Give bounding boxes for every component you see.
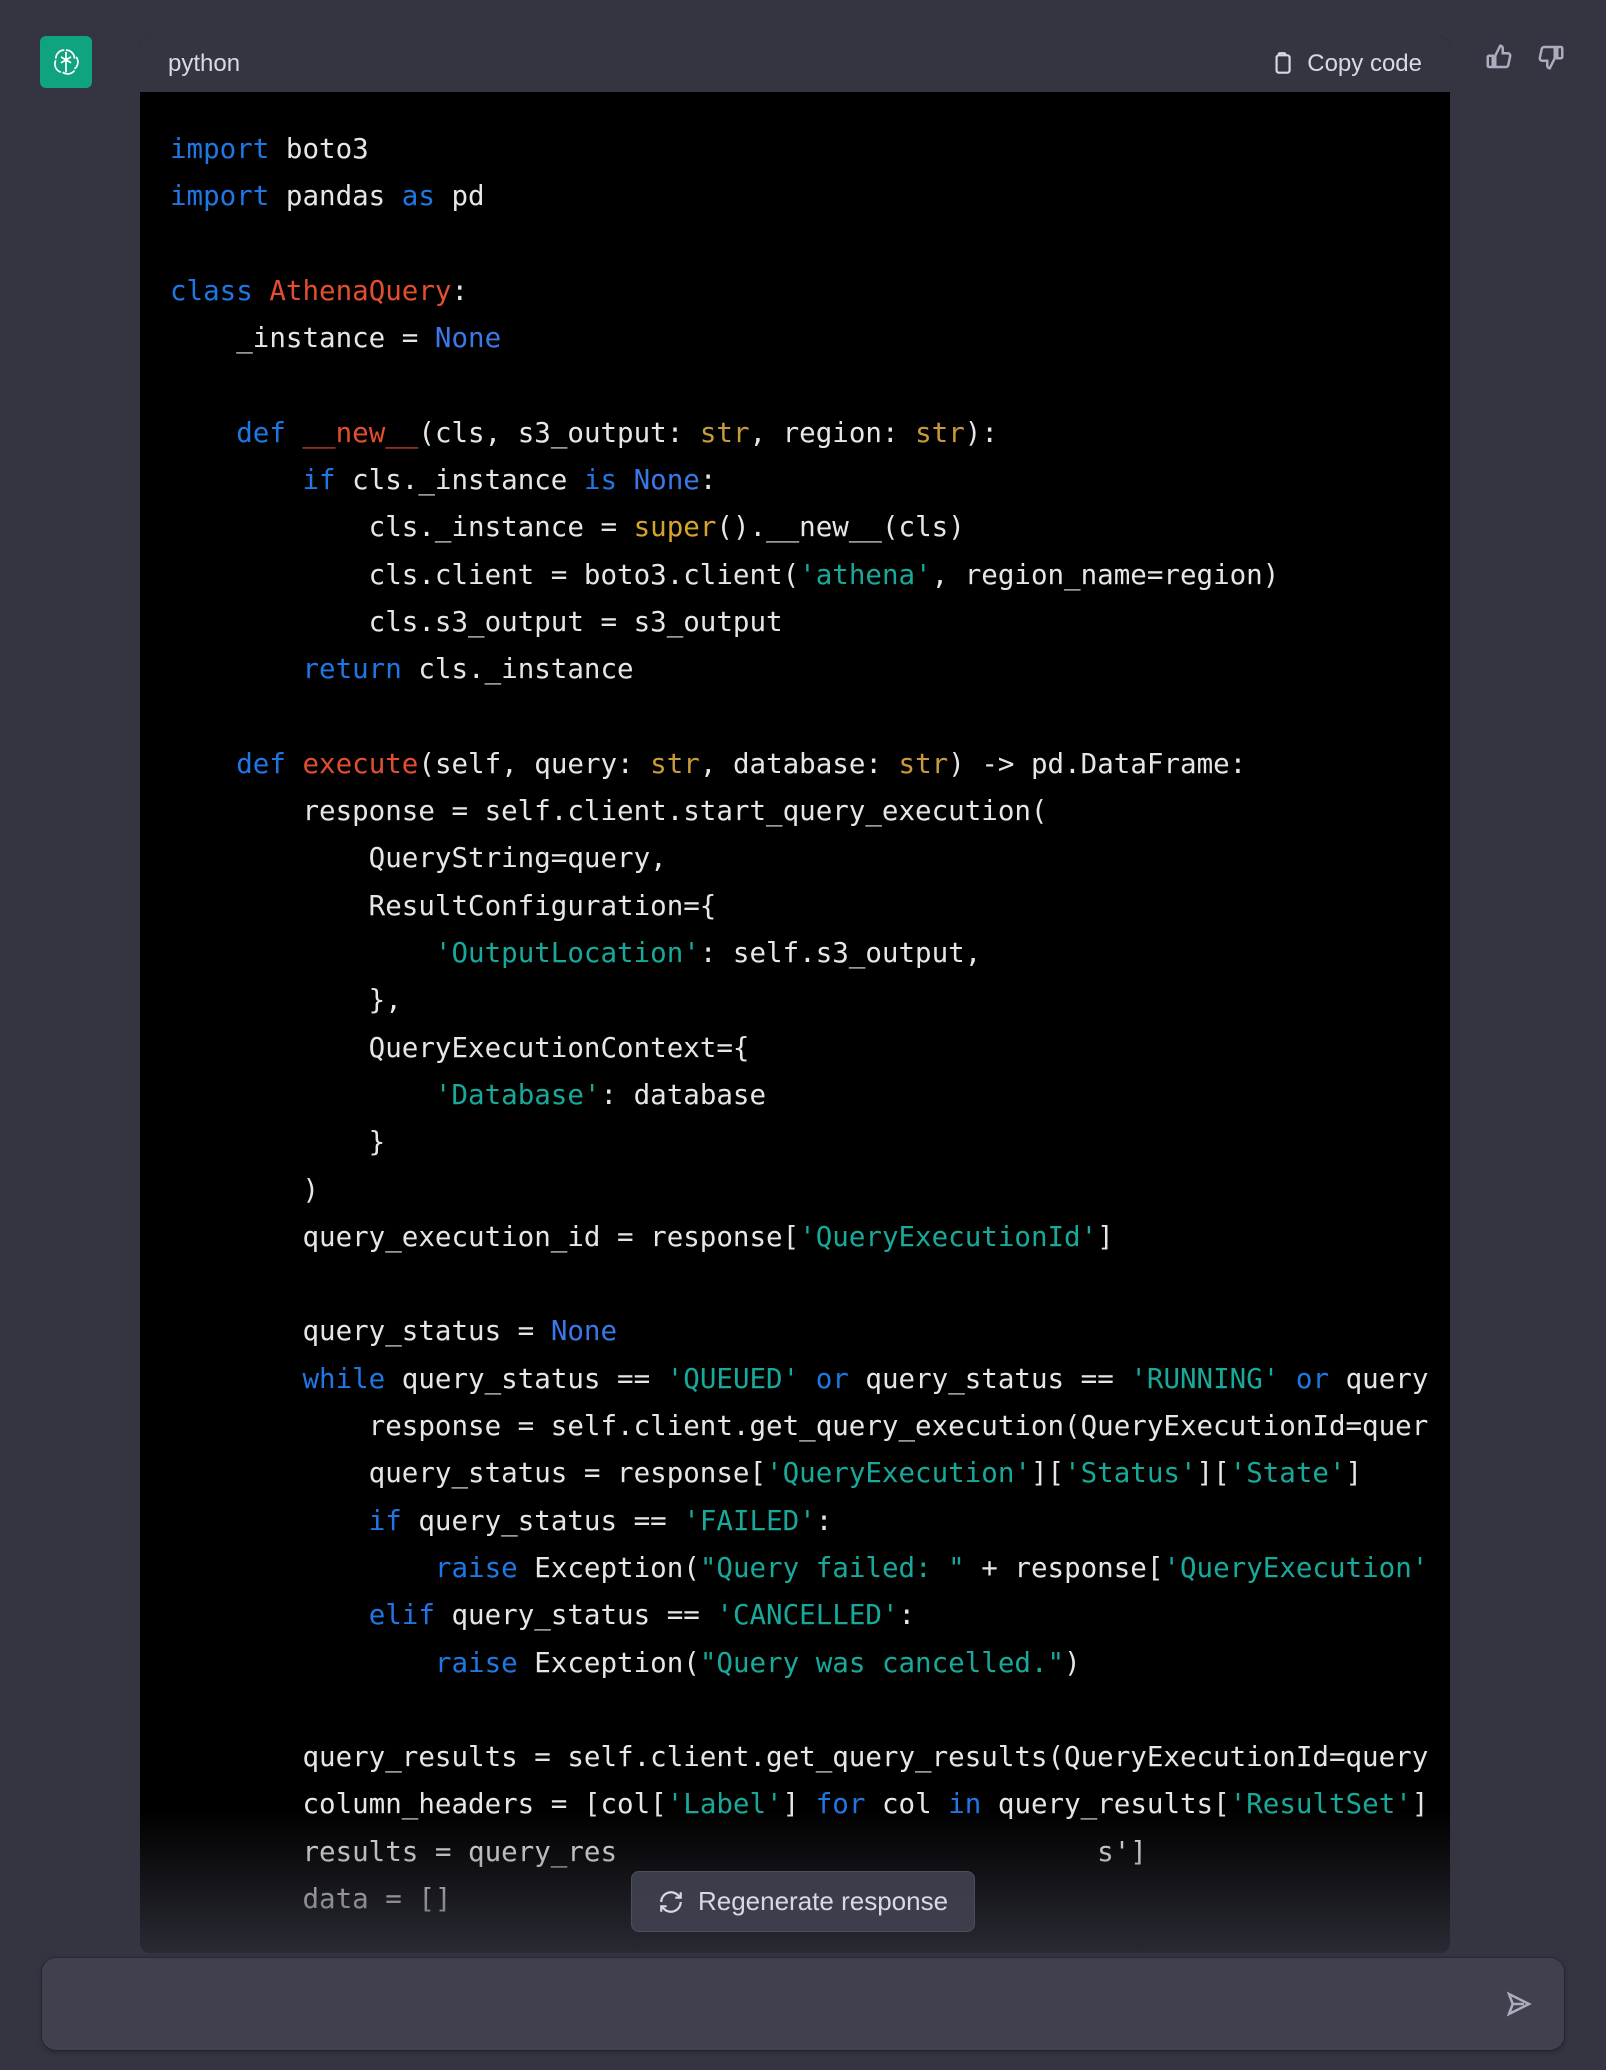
clipboard-icon <box>1269 51 1295 77</box>
code-block: python Copy code import boto3 import pan… <box>140 36 1450 1953</box>
assistant-avatar <box>40 36 92 88</box>
copy-code-label: Copy code <box>1307 50 1422 78</box>
code-content[interactable]: import boto3 import pandas as pd class A… <box>140 92 1450 1953</box>
thumbs-down-button[interactable] <box>1536 42 1566 72</box>
copy-code-button[interactable]: Copy code <box>1269 50 1422 78</box>
code-language-label: python <box>168 50 240 78</box>
thumbs-down-icon <box>1536 42 1566 72</box>
thumbs-up-icon <box>1484 42 1514 72</box>
openai-logo-icon <box>49 45 83 79</box>
chat-input[interactable] <box>72 1958 1504 2050</box>
code-block-header: python Copy code <box>140 36 1450 92</box>
send-icon <box>1504 1989 1534 2019</box>
refresh-icon <box>658 1889 684 1915</box>
regenerate-label: Regenerate response <box>698 1886 948 1917</box>
feedback-buttons <box>1484 42 1566 72</box>
send-button[interactable] <box>1504 1989 1534 2019</box>
regenerate-button[interactable]: Regenerate response <box>631 1871 975 1932</box>
thumbs-up-button[interactable] <box>1484 42 1514 72</box>
chat-input-bar <box>42 1958 1564 2050</box>
chat-message-container: python Copy code import boto3 import pan… <box>0 0 1606 2070</box>
